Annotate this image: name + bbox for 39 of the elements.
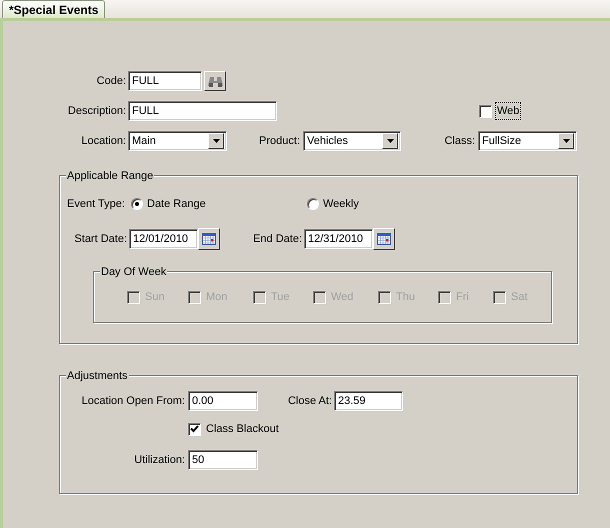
dropdown[interactable]: Vehicles — [303, 131, 401, 151]
checkbox[interactable] — [479, 104, 492, 118]
input-field[interactable]: 12/01/2010 — [129, 229, 198, 249]
field-label: Code: — [96, 74, 126, 89]
calendar-button[interactable] — [198, 228, 220, 250]
field-label: Event Type: — [67, 198, 125, 210]
group-title: Adjustments — [66, 368, 129, 384]
input-field[interactable]: 12/31/2010 — [304, 229, 373, 249]
field-label: Class: — [444, 134, 475, 149]
calendar-icon — [377, 233, 391, 245]
field-label: Location: — [81, 134, 126, 149]
input-field[interactable]: 50 — [188, 450, 258, 470]
input-field[interactable]: 23.59 — [334, 391, 403, 411]
dropdown[interactable]: FullSize — [478, 131, 577, 151]
radio-button[interactable] — [307, 198, 319, 210]
field-label: Utilization: — [134, 452, 185, 468]
radio-label: Date Range — [147, 196, 206, 212]
radio-label: Weekly — [323, 196, 359, 212]
group-title: Day Of Week — [100, 264, 168, 280]
checkbox-label: Web — [495, 102, 522, 120]
field-label: Product: — [259, 134, 300, 149]
field-label: Close At: — [288, 394, 332, 409]
field-label: Description: — [68, 104, 126, 119]
tab[interactable]: *Special Events — [2, 0, 106, 18]
checkbox-label: Class Blackout — [206, 422, 279, 437]
calendar-button[interactable] — [373, 228, 395, 250]
binoculars-icon — [208, 74, 222, 88]
dropdown[interactable]: Main — [128, 131, 227, 151]
group-title: Applicable Range — [66, 168, 154, 184]
checkbox[interactable] — [188, 422, 201, 436]
field-label: End Date: — [253, 232, 302, 247]
calendar-icon — [202, 233, 216, 245]
input-field[interactable]: FULL — [128, 101, 277, 121]
binoculars-button[interactable] — [204, 71, 226, 91]
field-label: Start Date: — [74, 232, 127, 247]
field-label: Location Open From: — [82, 394, 185, 409]
input-field[interactable]: FULL — [128, 71, 202, 91]
radio-button[interactable] — [131, 198, 143, 210]
input-field[interactable]: 0.00 — [188, 391, 258, 411]
